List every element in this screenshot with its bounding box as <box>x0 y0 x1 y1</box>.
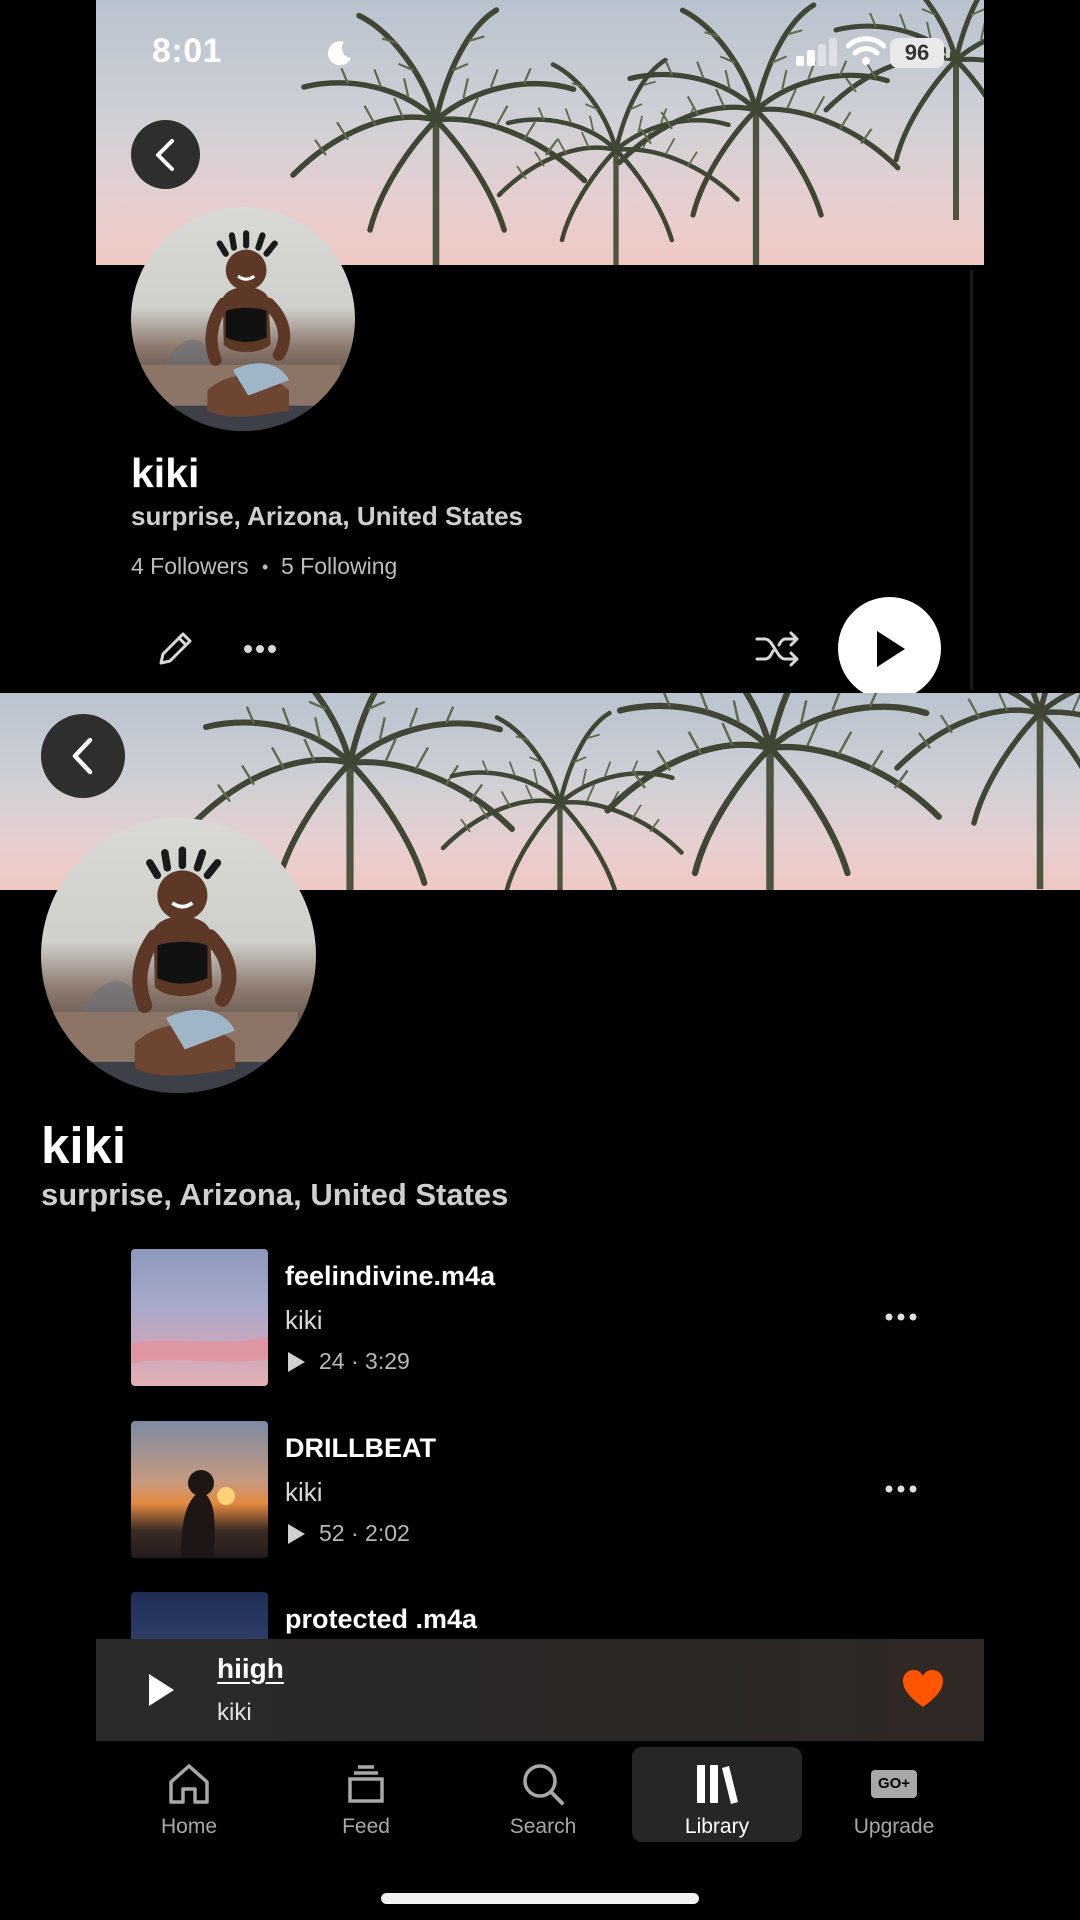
tab-feed[interactable]: Feed <box>281 1747 451 1842</box>
play-icon <box>149 1674 174 1706</box>
tab-upgrade-label: Upgrade <box>853 1815 935 1838</box>
chevron-left-icon <box>72 737 93 775</box>
home-icon <box>169 1764 209 1804</box>
profile-name: kiki <box>41 1117 127 1174</box>
track-meta: 24 · 3:29 <box>285 1348 410 1375</box>
avatar-main <box>41 818 316 1093</box>
track-title: protected .m4a <box>285 1604 478 1634</box>
track-title: DRILLBEAT <box>285 1433 436 1463</box>
feed-stack-icon <box>348 1765 384 1803</box>
profile-location: surprise, Arizona, United States <box>41 1177 509 1212</box>
edit-pencil-icon <box>159 632 192 665</box>
followers-link[interactable]: 4 Followers <box>131 553 249 580</box>
play-count-icon <box>288 1523 305 1544</box>
shuffle-button[interactable] <box>752 624 804 674</box>
edit-profile-button[interactable] <box>150 624 200 674</box>
tab-feed-label: Feed <box>342 1815 390 1838</box>
moon-icon <box>327 41 351 66</box>
cellular-signal-icon <box>796 38 837 66</box>
library-icon <box>697 1765 738 1804</box>
battery-icon: 96 <box>890 38 950 68</box>
go-plus-icon: GO+ <box>871 1770 917 1798</box>
heart-icon <box>903 1670 943 1707</box>
track-row[interactable]: DRILLBEAT kiki 52 · 2:02 <box>131 1421 961 1559</box>
tab-home-label: Home <box>160 1815 218 1838</box>
track-plays-duration: 52 · 2:02 <box>319 1520 410 1546</box>
more-dots-icon <box>244 645 276 653</box>
track-artwork <box>131 1421 268 1558</box>
home-indicator <box>381 1893 699 1904</box>
tab-search-label: Search <box>509 1815 577 1838</box>
tab-library-label: Library <box>684 1815 750 1838</box>
mini-player-title[interactable]: hiigh <box>217 1653 284 1685</box>
avatar-top <box>131 207 355 431</box>
chevron-left-icon <box>155 138 174 171</box>
more-options-button[interactable] <box>238 630 282 668</box>
mini-player[interactable]: hiigh kiki <box>96 1639 984 1741</box>
back-button-top[interactable] <box>131 120 200 189</box>
status-time: 8:01 <box>152 32 223 70</box>
follow-separator: • <box>262 557 269 577</box>
profile-location-top: surprise, Arizona, United States <box>131 501 524 531</box>
wifi-icon <box>846 36 886 65</box>
play-icon <box>876 630 905 667</box>
back-button[interactable] <box>41 714 125 798</box>
track-more-button[interactable] <box>881 1299 921 1335</box>
mini-play-button[interactable] <box>138 1667 184 1713</box>
tab-home[interactable]: Home <box>104 1747 274 1842</box>
status-bar: 8:01 96 <box>96 0 984 110</box>
track-more-button[interactable] <box>881 1471 921 1507</box>
following-link[interactable]: 5 Following <box>281 553 397 580</box>
shuffle-icon <box>755 631 799 667</box>
profile-name-top: kiki <box>131 450 200 496</box>
track-artist: kiki <box>285 1477 323 1507</box>
play-count-icon <box>288 1351 305 1372</box>
scroll-indicator <box>970 270 973 690</box>
more-dots-icon <box>885 1485 917 1493</box>
track-row[interactable]: protected .m4a <box>131 1592 961 1639</box>
track-artwork <box>131 1249 268 1386</box>
play-all-button[interactable] <box>838 597 941 700</box>
tab-search[interactable]: Search <box>458 1747 628 1842</box>
track-plays-duration: 24 · 3:29 <box>319 1348 410 1374</box>
more-dots-icon <box>885 1313 917 1321</box>
search-icon <box>523 1764 564 1805</box>
track-meta: 52 · 2:02 <box>285 1520 410 1547</box>
track-row[interactable]: feelindivine.m4a kiki 24 · 3:29 <box>131 1249 961 1387</box>
mini-player-artist[interactable]: kiki <box>217 1699 252 1727</box>
track-title: feelindivine.m4a <box>285 1261 496 1291</box>
track-artist: kiki <box>285 1305 323 1335</box>
bottom-nav: Home Feed Search Library GO+ Upgrade <box>96 1742 984 1852</box>
tab-library[interactable]: Library <box>632 1747 802 1842</box>
like-button[interactable] <box>899 1666 947 1712</box>
track-artwork <box>131 1592 268 1639</box>
tab-upgrade[interactable]: GO+ Upgrade <box>809 1747 979 1842</box>
